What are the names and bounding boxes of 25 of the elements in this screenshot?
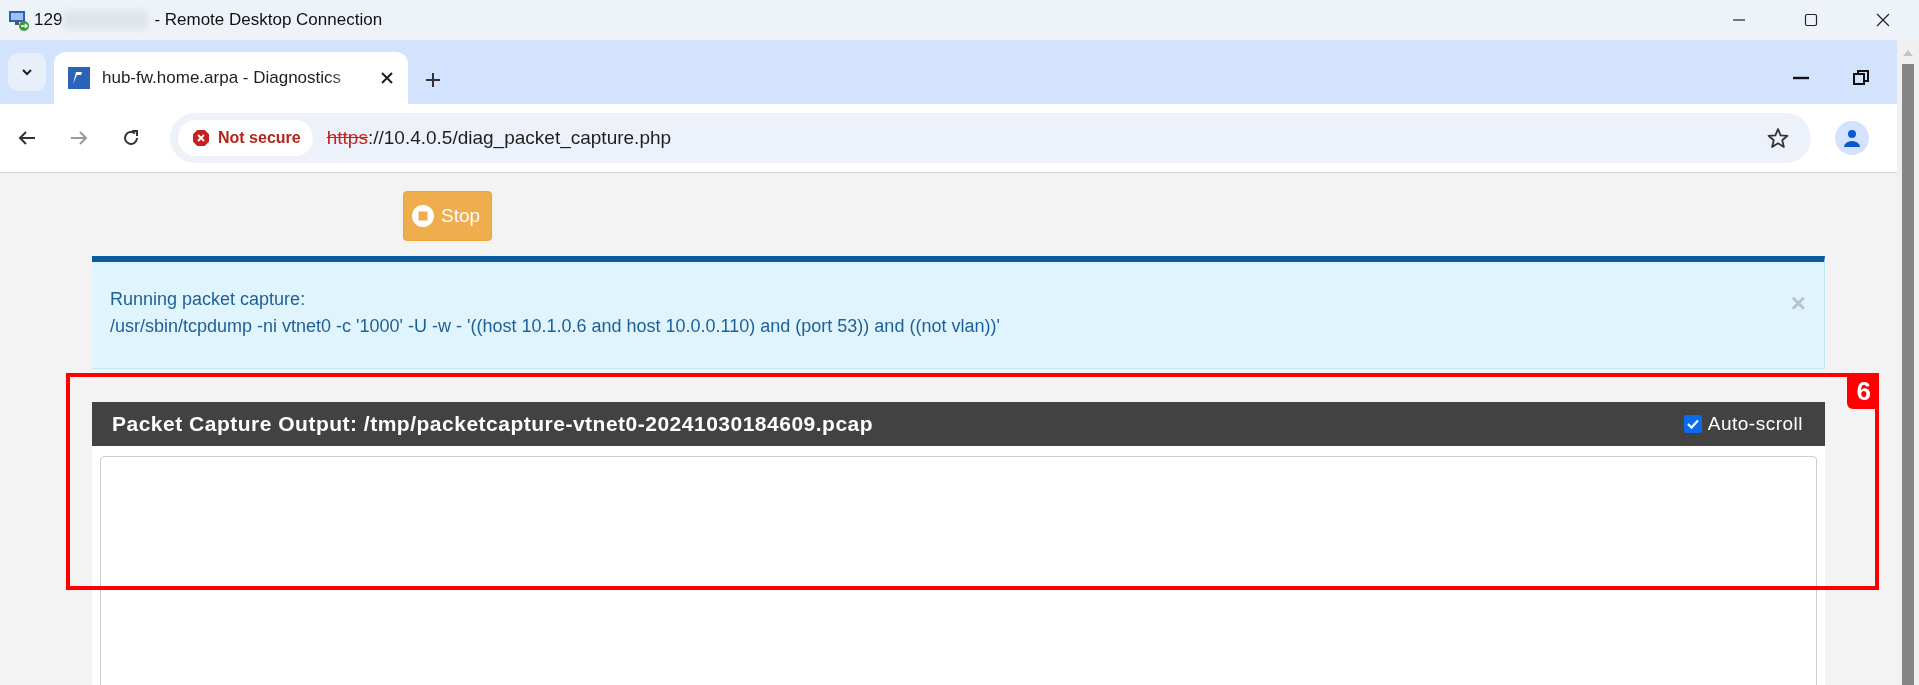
new-tab-icon[interactable] xyxy=(424,71,442,89)
back-icon[interactable] xyxy=(18,130,36,146)
remote-desktop-icon xyxy=(8,9,30,31)
error-icon xyxy=(192,129,210,147)
minimize-icon[interactable] xyxy=(1793,76,1809,80)
panel-title: Packet Capture Output: /tmp/packetcapture-vtnet0-20241030184609.pcap xyxy=(112,412,875,436)
url-text: https://10.4.0.5/diag_packet_capture.php xyxy=(326,127,672,149)
stop-icon xyxy=(411,204,435,228)
alert-text: /usr/sbin/tcpdump -ni vtnet0 -c '1000' -U -w - '((host 10.1.0.6 and host 10.0.0.110) and (port 53)) and ((not vlan))' xyxy=(110,315,1001,338)
address-bar[interactable]: Not secure https://10.4.0.5/diag_packet_capture.php xyxy=(170,113,1811,163)
auto-scroll-checkbox[interactable] xyxy=(1683,415,1702,433)
reload-icon[interactable] xyxy=(122,129,140,147)
profile-avatar[interactable] xyxy=(1835,121,1869,155)
alert-text: Running packet capture: xyxy=(110,288,307,311)
favicon-icon xyxy=(68,67,90,89)
bookmark-star-icon[interactable] xyxy=(1767,127,1789,149)
close-icon[interactable] xyxy=(380,71,394,85)
checkbox-label[interactable]: Auto-scroll xyxy=(1707,413,1803,435)
restore-icon[interactable] xyxy=(1853,70,1869,86)
browser-tab[interactable]: hub-fw.home.arpa - Diagnostics xyxy=(54,52,408,104)
window-title-prefix: 129 xyxy=(34,10,63,30)
forward-icon[interactable] xyxy=(70,130,88,146)
security-chip[interactable]: Not secure xyxy=(178,120,313,156)
window-title: - Remote Desktop Connection xyxy=(154,10,383,30)
chevron-down-icon xyxy=(20,67,34,77)
